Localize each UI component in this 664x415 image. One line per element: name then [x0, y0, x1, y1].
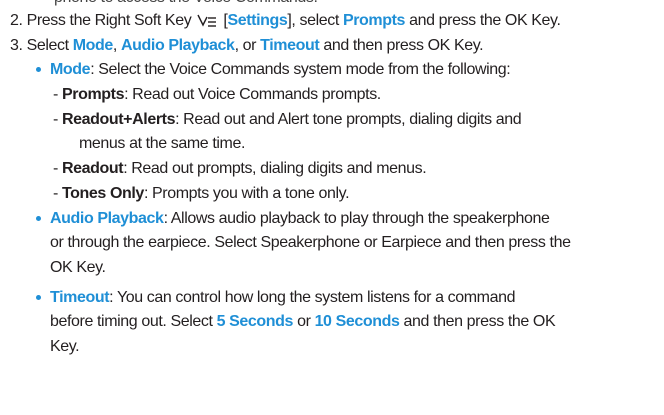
- mode-option-tones-only: - Tones Only: Prompts you with a tone on…: [53, 183, 350, 205]
- mode-option-readout-alerts: - Readout+Alerts: Read out and Alert ton…: [53, 109, 522, 131]
- mode-option-readout: - Readout: Read out prompts, dialing dig…: [53, 158, 427, 180]
- mode-bullet-desc: : Select the Voice Commands system mode …: [90, 61, 511, 78]
- timeout-bullet: Timeout: You can control how long the sy…: [50, 287, 516, 309]
- mode-bullet: Mode: Select the Voice Commands system m…: [50, 59, 511, 81]
- option-desc: : Read out and Alert tone prompts, diali…: [175, 111, 522, 128]
- step3-sep2: , or: [234, 37, 261, 54]
- mode-bullet-term: Mode: [50, 61, 91, 78]
- option-term: Readout: [61, 160, 124, 177]
- mode-option-readout-alerts-cont: menus at the same time.: [79, 135, 245, 152]
- option-term: Tones Only: [61, 185, 144, 202]
- timeout-line2-b: and then press the OK: [399, 313, 556, 330]
- audio-playback-line2: or through the earpiece. Select Speakerp…: [50, 234, 571, 251]
- timeout-line2-a: before timing out. Select: [50, 313, 217, 330]
- step2-text-c: ], select: [287, 12, 343, 29]
- step3-sep1: ,: [112, 37, 121, 54]
- settings-term: Settings: [227, 12, 288, 29]
- option-dash: -: [53, 160, 62, 177]
- audio-playback-desc: : Allows audio playback to play through …: [163, 210, 550, 227]
- audio-playback-bullet: Audio Playback: Allows audio playback to…: [50, 208, 550, 230]
- step-2: 2. Press the Right Soft Key [Settings], …: [10, 10, 561, 32]
- mode-option-prompts: - Prompts: Read out Voice Commands promp…: [53, 84, 381, 106]
- audio-playback-term: Audio Playback: [121, 37, 235, 54]
- prompts-term: Prompts: [342, 12, 406, 29]
- mode-term: Mode: [72, 37, 114, 54]
- option-term: Prompts: [61, 86, 125, 103]
- bullet-icon: [36, 216, 41, 221]
- bullet-icon: [36, 67, 41, 72]
- timeout-bullet-term: Timeout: [50, 289, 110, 306]
- option-desc: : Read out Voice Commands prompts.: [124, 86, 381, 103]
- step3-text-a: 3. Select: [10, 37, 73, 54]
- step3-text-d: and then press OK Key.: [319, 37, 484, 54]
- timeout-or: or: [293, 313, 315, 330]
- option-desc: : Prompts you with a tone only.: [143, 185, 350, 202]
- option-dash: -: [53, 185, 62, 202]
- right-soft-key-icon: [197, 14, 217, 27]
- option-term: Readout+Alerts: [61, 111, 176, 128]
- manual-page: phone to access the Voice Commands. 2. P…: [0, 0, 664, 415]
- bullet-icon: [36, 295, 41, 300]
- audio-playback-line3: OK Key.: [50, 259, 106, 276]
- option-desc: : Read out prompts, dialing digits and m…: [123, 160, 427, 177]
- step2-text-d: and press the OK Key.: [405, 12, 561, 29]
- step1-tail: phone to access the Voice Commands.: [54, 0, 318, 9]
- audio-playback-bullet-term: Audio Playback: [50, 210, 164, 227]
- timeout-line2: before timing out. Select 5 Seconds or 1…: [50, 311, 556, 333]
- timeout-line3: Key.: [50, 338, 80, 355]
- option-dash: -: [53, 111, 62, 128]
- step-3: 3. Select Mode, Audio Playback, or Timeo…: [10, 35, 484, 57]
- step2-text-a: 2. Press the Right Soft Key: [10, 12, 196, 29]
- ten-seconds-term: 10 Seconds: [314, 313, 400, 330]
- option-dash: -: [53, 86, 62, 103]
- timeout-desc: : You can control how long the system li…: [109, 289, 516, 306]
- timeout-term: Timeout: [260, 37, 320, 54]
- five-seconds-term: 5 Seconds: [216, 313, 294, 330]
